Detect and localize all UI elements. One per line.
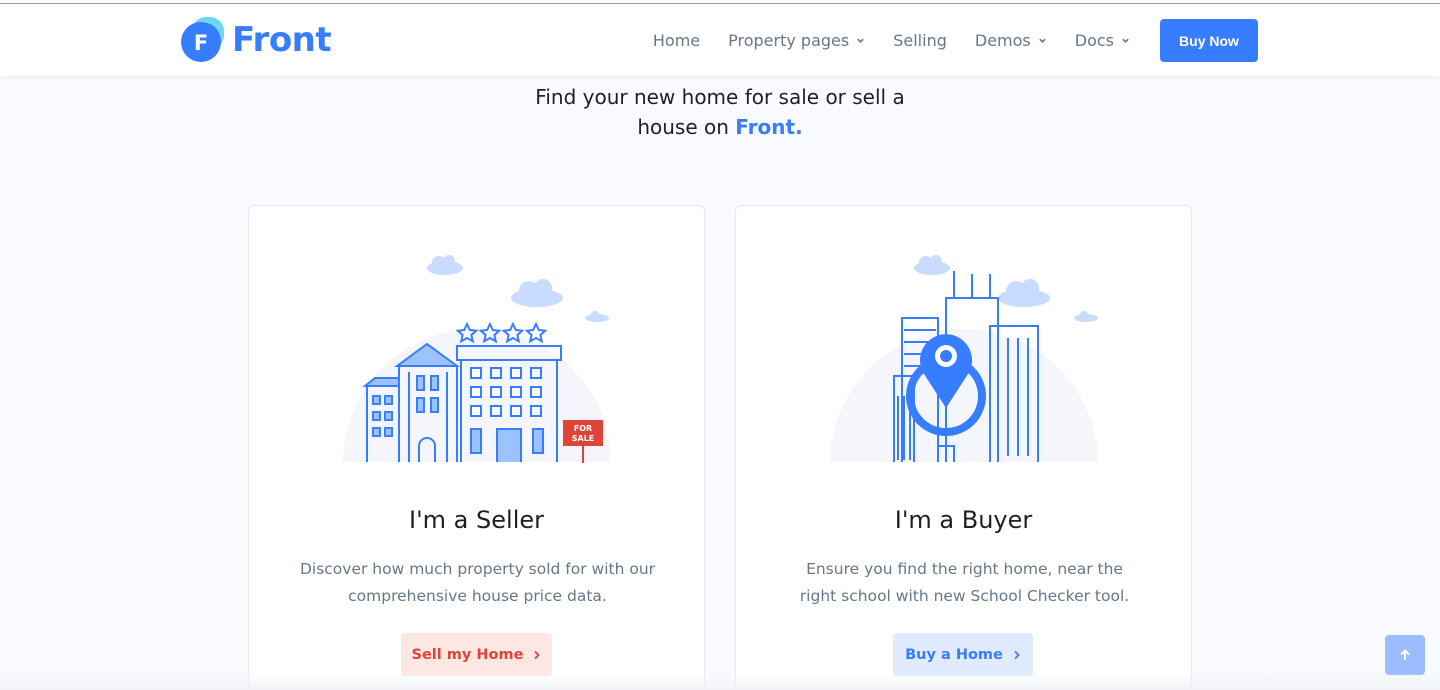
buy-a-home-label: Buy a Home bbox=[905, 646, 1003, 663]
chevron-right-icon bbox=[1014, 650, 1020, 659]
buyer-city-illustration bbox=[830, 255, 1098, 464]
scroll-to-top-button[interactable] bbox=[1385, 635, 1425, 675]
logo-letter: F bbox=[194, 31, 208, 55]
nav-demos[interactable]: Demos bbox=[975, 20, 1047, 62]
nav-selling[interactable]: Selling bbox=[893, 20, 947, 62]
sell-my-home-label: Sell my Home bbox=[411, 646, 524, 663]
seller-buildings-illustration: FOR SALE bbox=[343, 255, 611, 464]
nav-home[interactable]: Home bbox=[653, 20, 700, 62]
hero-line-1: Find your new home for sale or sell a bbox=[535, 85, 905, 109]
nav-demos-label: Demos bbox=[974, 31, 1031, 50]
chevron-down-icon bbox=[1038, 38, 1046, 43]
chevron-down-icon bbox=[857, 38, 865, 43]
seller-card-description: Discover how much property sold for with… bbox=[299, 560, 656, 605]
buyer-card: I'm a Buyer Ensure you find the right ho… bbox=[735, 205, 1192, 690]
nav-docs-label: Docs bbox=[1074, 31, 1114, 50]
buyer-card-description: Ensure you find the right home, near the… bbox=[799, 560, 1130, 605]
nav-docs[interactable]: Docs bbox=[1075, 20, 1130, 62]
logo[interactable]: F Front bbox=[180, 17, 332, 63]
bottom-fade bbox=[0, 672, 1440, 690]
chevron-right-icon bbox=[534, 650, 541, 659]
sell-my-home-button[interactable]: Sell my Home bbox=[401, 633, 552, 676]
nav-property-pages-label: Property pages bbox=[728, 31, 850, 50]
arrow-up-icon bbox=[1400, 649, 1410, 660]
sign-text-sale: SALE bbox=[572, 434, 595, 443]
main-nav: Home Property pages Selling Demos Docs B… bbox=[625, 19, 1258, 62]
buyer-card-title: I'm a Buyer bbox=[894, 506, 1033, 534]
logo-text: Front bbox=[232, 20, 332, 60]
site-header: F Front Home Property pages Selling Demo… bbox=[0, 4, 1440, 76]
nav-home-label: Home bbox=[652, 31, 701, 50]
hero-brand-name: Front. bbox=[735, 115, 803, 139]
nav-selling-label: Selling bbox=[893, 31, 947, 50]
hero-line-2: house on Front. bbox=[420, 112, 1020, 142]
buy-now-button[interactable]: Buy Now bbox=[1160, 19, 1258, 62]
buy-a-home-button[interactable]: Buy a Home bbox=[893, 633, 1033, 676]
seller-card: FOR SALE I'm a Seller Discover how much … bbox=[248, 205, 705, 690]
hero-line-2-prefix: house on bbox=[637, 115, 736, 139]
hero-heading: Find your new home for sale or sell a ho… bbox=[420, 82, 1020, 142]
sign-text-for: FOR bbox=[574, 424, 592, 433]
nav-property-pages[interactable]: Property pages bbox=[728, 20, 865, 62]
seller-card-title: I'm a Seller bbox=[409, 506, 544, 534]
logo-mark-icon: F bbox=[180, 17, 226, 63]
chevron-down-icon bbox=[1122, 38, 1129, 43]
